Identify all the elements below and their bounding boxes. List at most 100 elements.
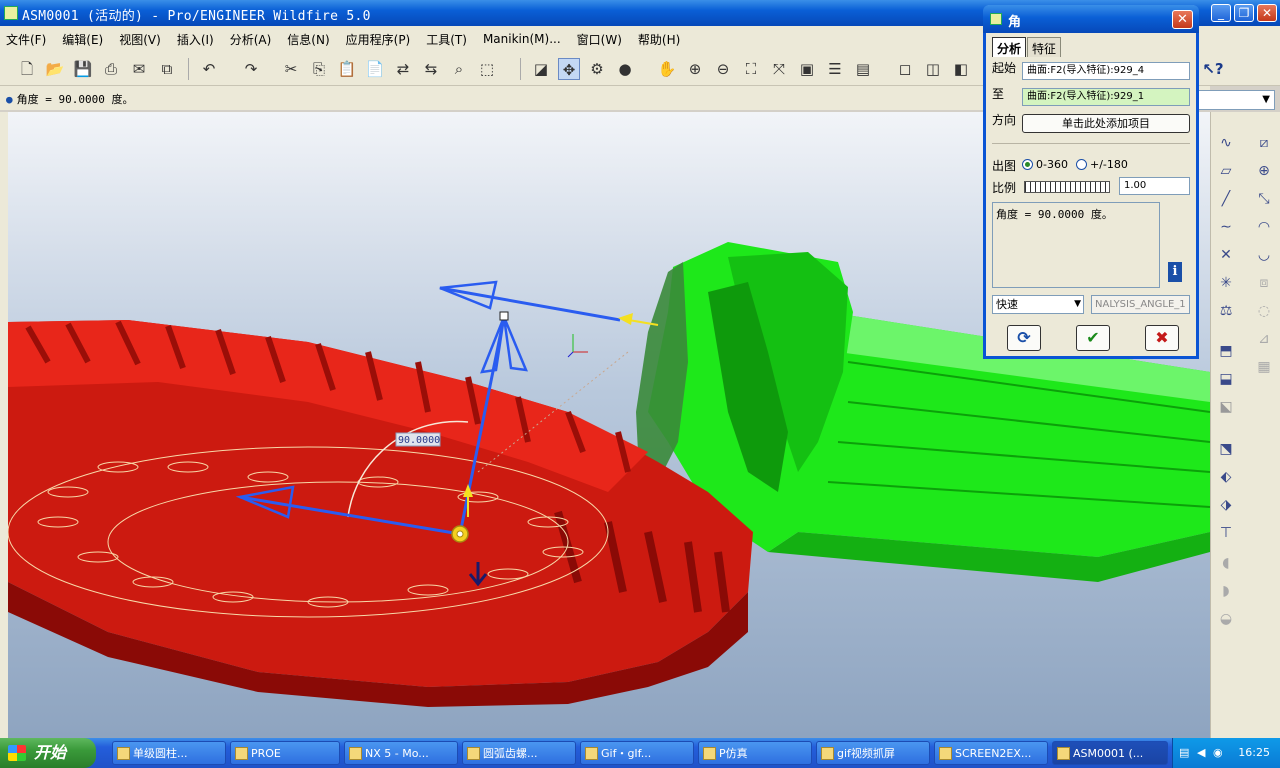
dialog-close-button[interactable]: ✕ [1172,10,1193,29]
copy-link-icon[interactable]: ⧉ [156,58,178,80]
ok-button[interactable]: ✔ [1076,325,1110,351]
mode-select[interactable]: 快速 ▼ [992,295,1084,314]
paste-special-icon[interactable]: 📄 [364,58,386,80]
sketch-curve-icon[interactable]: ∿ [1215,132,1237,154]
blend-icon[interactable]: ⊤ [1215,522,1237,544]
round-icon[interactable]: ◖ [1215,552,1237,574]
hidden-line-icon[interactable]: ◫ [922,58,944,80]
cut-icon[interactable]: ✂ [280,58,302,80]
task-item[interactable]: gif视频抓屏 [816,741,930,765]
datum-point-icon[interactable]: ✕ [1215,244,1237,266]
create-component-icon[interactable]: ⬓ [1215,368,1237,390]
draft-icon[interactable]: ◒ [1215,608,1237,630]
context-help-icon[interactable]: ↖? [1202,58,1224,80]
copy-icon[interactable]: ⎘ [308,58,330,80]
surface-icon[interactable]: ◠ [1253,216,1275,238]
range-pm180-radio[interactable] [1076,159,1087,170]
zoom-in-icon[interactable]: ⊕ [684,58,706,80]
paste-icon[interactable]: 📋 [336,58,358,80]
view-manager-icon[interactable]: ⚙ [586,58,608,80]
cancel-button[interactable]: ✖ [1145,325,1179,351]
start-button[interactable]: 开始 [0,738,96,768]
pattern-icon[interactable]: ▦ [1253,356,1275,378]
network-icon[interactable]: ◉ [1213,746,1226,759]
task-item[interactable]: Gif・gIf... [580,741,694,765]
task-item[interactable]: P仿真 [698,741,812,765]
regenerate-icon[interactable]: ⇄ [392,58,414,80]
scale-slider[interactable] [1024,181,1110,193]
task-item[interactable]: NX 5 - Mo... [344,741,458,765]
menu-info[interactable]: 信息(N) [287,31,329,48]
tab-feature[interactable]: 特征 [1027,37,1062,57]
zoom-out-icon[interactable]: ⊖ [712,58,734,80]
dialog-titlebar[interactable]: 角 ✕ [983,5,1199,33]
select-box-icon[interactable]: ⬚ [476,58,498,80]
menu-insert[interactable]: 插入(I) [177,31,214,48]
range-0-360-radio[interactable] [1022,159,1033,170]
datum-display-icon[interactable]: ◪ [530,58,552,80]
point-offset-icon[interactable]: ✳ [1215,272,1237,294]
chamfer-icon[interactable]: ◗ [1215,580,1237,602]
menu-file[interactable]: 文件(F) [6,31,46,48]
refit-icon[interactable]: ⛶ [740,58,762,80]
redo-icon[interactable]: ↷ [240,58,262,80]
menu-window[interactable]: 窗口(W) [577,31,622,48]
menu-analysis[interactable]: 分析(A) [230,31,272,48]
find-icon[interactable]: ⌕ [448,58,470,80]
save-icon[interactable]: 💾 [72,58,94,80]
undo-icon[interactable]: ↶ [198,58,220,80]
trim-icon[interactable]: ⊿ [1253,328,1275,350]
analysis-feature-icon[interactable]: ⚖ [1215,300,1237,322]
axis-icon[interactable]: ⊕ [1253,160,1275,182]
wireframe-icon[interactable]: ◻ [894,58,916,80]
regen-manager-icon[interactable]: ⇆ [420,58,442,80]
reorient-icon[interactable]: ⤧ [768,58,790,80]
assemble-icon[interactable]: ⬒ [1215,340,1237,362]
hole-icon[interactable]: ⬕ [1215,396,1237,418]
from-reference-field[interactable]: 曲面:F2(导入特征):929_4 [1022,62,1190,80]
filter-dropdown[interactable]: ▼ [1195,90,1275,110]
sweep-icon[interactable]: ⬗ [1215,494,1237,516]
plane-icon[interactable]: ▱ [1215,160,1237,182]
layers-icon[interactable]: ☰ [824,58,846,80]
menu-help[interactable]: 帮助(H) [638,31,680,48]
datum-axis-icon[interactable]: ╱ [1215,188,1237,210]
menu-manikin[interactable]: Manikin(M)... [483,32,561,46]
menu-applications[interactable]: 应用程序(P) [346,31,411,48]
menu-edit[interactable]: 编辑(E) [62,31,103,48]
open-folder-icon[interactable]: 📂 [44,58,66,80]
pan-hand-icon[interactable]: ✋ [656,58,678,80]
task-item[interactable]: 单级圆柱... [112,741,226,765]
task-item[interactable]: SCREEN2EX... [934,741,1048,765]
merge-icon[interactable]: ◌ [1253,300,1275,322]
no-hidden-icon[interactable]: ◧ [950,58,972,80]
send-mail-icon[interactable]: ✉ [128,58,150,80]
new-file-icon[interactable]: 🗋 [16,58,38,80]
add-direction-button[interactable]: 单击此处添加项目 [1022,114,1190,133]
task-item[interactable]: ASM0001 (... [1052,741,1168,765]
datum-plane-icon[interactable]: ⧄ [1253,132,1275,154]
extrude-icon[interactable]: ⬔ [1215,438,1237,460]
tab-analysis[interactable]: 分析 [992,37,1027,57]
close-button[interactable]: ✕ [1257,4,1277,22]
view-manager-box-icon[interactable]: ▤ [852,58,874,80]
keyboard-icon[interactable]: ▤ [1179,746,1192,759]
info-icon[interactable]: i [1168,262,1182,282]
boundary-icon[interactable]: ◡ [1253,244,1275,266]
datum-curve-icon[interactable]: ∼ [1215,216,1237,238]
task-item[interactable]: 圆弧齿螺... [462,741,576,765]
tray-arrow-icon[interactable]: ◀ [1197,746,1210,759]
spin-center-icon[interactable]: ✥ [558,58,580,80]
menu-tools[interactable]: 工具(T) [426,31,467,48]
scale-value-field[interactable]: 1.00 [1119,177,1190,195]
shading-sphere-icon[interactable]: ● [614,58,636,80]
minimize-button[interactable]: _ [1211,4,1231,22]
to-reference-field[interactable]: 曲面:F2(导入特征):929_1 [1022,88,1190,106]
menu-view[interactable]: 视图(V) [119,31,161,48]
analysis-name-field[interactable]: NALYSIS_ANGLE_1 [1091,295,1190,314]
restore-button[interactable]: ❐ [1234,4,1254,22]
revolve-icon[interactable]: ⬖ [1215,466,1237,488]
repeat-button[interactable]: ⟳ [1007,325,1041,351]
csys-icon[interactable]: ⤡ [1253,188,1275,210]
print-icon[interactable]: ⎙ [100,58,122,80]
